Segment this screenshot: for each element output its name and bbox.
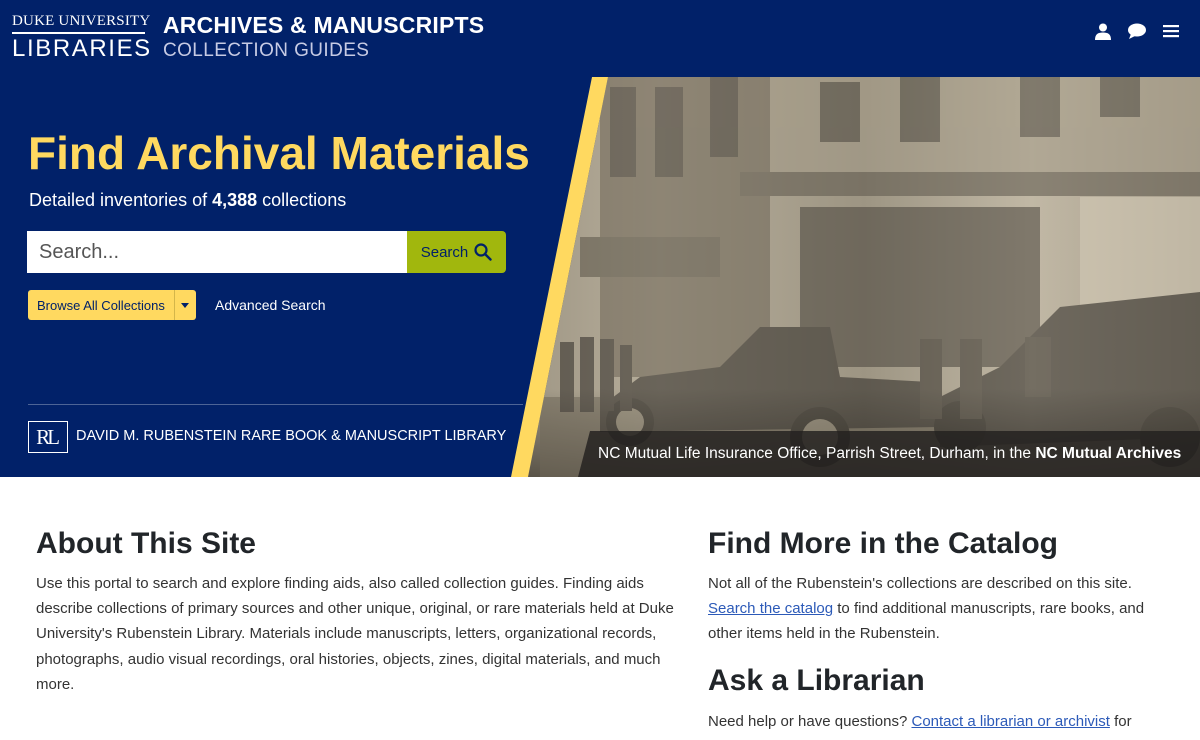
logo-bottom-text: LIBRARIES	[12, 35, 152, 62]
browse-dropdown-toggle[interactable]	[173, 290, 196, 320]
site-header: DUKE UNIVERSITY LIBRARIES ARCHIVES & MAN…	[0, 0, 1200, 77]
browse-collections-group: Browse All Collections	[28, 290, 196, 320]
ask-librarian-title: Ask a Librarian	[708, 664, 925, 697]
hero-subtitle-prefix: Detailed inventories of	[29, 190, 213, 210]
site-subtitle: COLLECTION GUIDES	[163, 40, 370, 61]
search-button-label: Search	[420, 243, 469, 261]
logo-divider	[12, 32, 145, 34]
photo-caption: NC Mutual Life Insurance Office, Parrish…	[578, 431, 1200, 477]
hero-divider	[28, 404, 523, 405]
ask-text-suffix: for	[1109, 713, 1132, 730]
rubenstein-library-logo[interactable]: RL	[28, 421, 68, 453]
caption-text: NC Mutual Life Insurance Office, Parrish…	[598, 445, 1036, 462]
hero-subtitle: Detailed inventories of 4,388 collection…	[29, 188, 346, 212]
search-button[interactable]: Search	[407, 231, 506, 273]
hero-subtitle-suffix: collections	[257, 190, 347, 210]
contact-librarian-link[interactable]: Contact a librarian or archivist	[911, 713, 1109, 730]
menu-icon[interactable]	[1160, 20, 1182, 42]
rubenstein-library-name[interactable]: DAVID M. RUBENSTEIN RARE BOOK & MANUSCRI…	[76, 427, 506, 445]
duke-libraries-logo[interactable]: DUKE UNIVERSITY LIBRARIES	[12, 13, 151, 62]
caption-archive-link[interactable]: NC Mutual Archives	[1035, 445, 1181, 462]
advanced-search-link[interactable]: Advanced Search	[215, 296, 326, 314]
about-title: About This Site	[36, 527, 256, 560]
catalog-title: Find More in the Catalog	[708, 527, 1058, 560]
about-text: Use this portal to search and explore fi…	[36, 575, 674, 693]
search-icon	[474, 243, 492, 261]
ask-text: Need help or have questions? Contact a l…	[708, 709, 1188, 734]
hero-title: Find Archival Materials	[28, 127, 530, 179]
catalog-text-prefix: Not all of the Rubenstein's collections …	[708, 575, 1132, 592]
user-icon[interactable]	[1092, 20, 1114, 42]
browse-all-collections-button[interactable]: Browse All Collections	[28, 290, 174, 320]
catalog-text: Not all of the Rubenstein's collections …	[708, 571, 1168, 647]
collection-count: 4,388	[212, 190, 258, 210]
ask-text-prefix: Need help or have questions?	[708, 713, 912, 730]
caret-down-icon	[181, 302, 190, 308]
search-catalog-link[interactable]: Search the catalog	[708, 600, 833, 617]
site-title[interactable]: ARCHIVES & MANUSCRIPTS	[163, 12, 484, 38]
hero-banner: Find Archival Materials Detailed invento…	[0, 77, 1200, 477]
chat-icon[interactable]	[1126, 20, 1148, 42]
search-input[interactable]	[27, 231, 407, 273]
logo-top-text: DUKE UNIVERSITY	[12, 13, 151, 29]
